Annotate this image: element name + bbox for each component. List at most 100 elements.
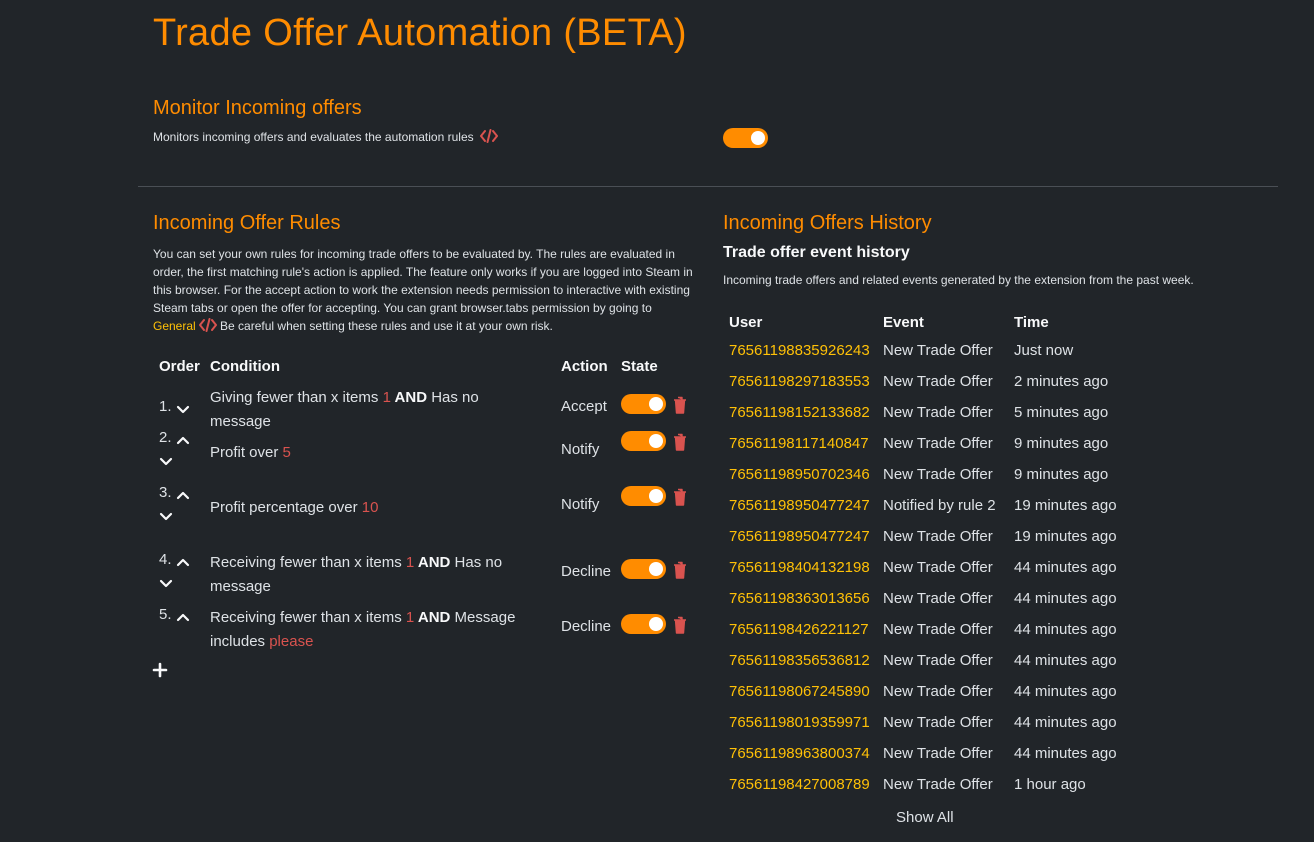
history-user-link[interactable]: 76561198950477247 bbox=[729, 497, 870, 514]
history-table-header: User Event Time bbox=[723, 312, 1143, 340]
history-body: 76561198835926243 New Trade Offer Just now… bbox=[723, 340, 1143, 805]
rule-state-toggle[interactable] bbox=[621, 394, 666, 414]
toggle-knob bbox=[649, 617, 663, 631]
history-user-link[interactable]: 76561198426221127 bbox=[729, 621, 869, 638]
rule-order: 5. bbox=[159, 606, 203, 650]
rule-action: Notify bbox=[561, 441, 600, 458]
add-rule-button[interactable] bbox=[152, 662, 168, 683]
condition-value: 10 bbox=[361, 499, 379, 516]
trash-icon[interactable] bbox=[673, 396, 687, 418]
history-time: 44 minutes ago bbox=[1014, 652, 1117, 669]
history-event: New Trade Offer bbox=[883, 404, 993, 421]
chevron-up-icon[interactable] bbox=[176, 609, 190, 626]
monitor-description-text: Monitors incoming offers and evaluates t… bbox=[153, 130, 474, 144]
history-user-link[interactable]: 76561198067245890 bbox=[729, 683, 870, 700]
col-action: Action bbox=[561, 358, 608, 375]
history-user-link[interactable]: 76561198356536812 bbox=[729, 652, 870, 669]
history-table: User Event Time 76561198835926243 New Tra… bbox=[723, 312, 1143, 805]
history-time: 44 minutes ago bbox=[1014, 745, 1117, 762]
chevron-up-icon[interactable] bbox=[176, 554, 190, 571]
history-event: Notified by rule 2 bbox=[883, 497, 996, 514]
history-user-link[interactable]: 76561198019359971 bbox=[729, 714, 870, 731]
rule-state-toggle[interactable] bbox=[621, 431, 666, 451]
monitor-description: Monitors incoming offers and evaluates t… bbox=[153, 128, 498, 148]
rules-description: You can set your own rules for incoming … bbox=[153, 245, 693, 337]
history-row: 76561198117140847 New Trade Offer 9 minute… bbox=[723, 433, 1143, 464]
rule-condition: Receiving fewer than x items 1 AND Has n… bbox=[210, 551, 540, 599]
chevron-down-icon[interactable] bbox=[159, 454, 173, 471]
history-time: 44 minutes ago bbox=[1014, 714, 1117, 731]
history-user-link[interactable]: 76561198404132198 bbox=[729, 559, 870, 576]
history-event: New Trade Offer bbox=[883, 373, 993, 390]
rule-condition: Profit over 5 bbox=[210, 441, 540, 465]
chevron-up-icon[interactable] bbox=[176, 487, 190, 504]
trash-icon[interactable] bbox=[673, 488, 687, 510]
history-time: 9 minutes ago bbox=[1014, 435, 1109, 452]
history-row: 76561198356536812 New Trade Offer 44 minut… bbox=[723, 650, 1143, 681]
history-time: 9 minutes ago bbox=[1014, 466, 1109, 483]
history-user-link[interactable]: 76561198297183553 bbox=[729, 373, 870, 390]
history-row: 76561198067245890 New Trade Offer 44 minut… bbox=[723, 681, 1143, 712]
rules-description-part2: Be careful when setting these rules and … bbox=[216, 319, 553, 333]
history-event: New Trade Offer bbox=[883, 590, 993, 607]
history-user-link[interactable]: 76561198963800374 bbox=[729, 745, 870, 762]
trash-icon[interactable] bbox=[673, 433, 687, 455]
page-title: Trade Offer Automation (BETA) bbox=[153, 12, 687, 54]
history-user-link[interactable]: 76561198950477247 bbox=[729, 528, 870, 545]
history-row: 76561198950702346 New Trade Offer 9 minute… bbox=[723, 464, 1143, 495]
history-user-link[interactable]: 76561198427008789 bbox=[729, 776, 870, 793]
rule-number: 1. bbox=[159, 398, 172, 415]
condition-and: AND bbox=[414, 554, 451, 571]
rule-order: 1. bbox=[159, 386, 203, 430]
history-row: 76561198404132198 New Trade Offer 44 minut… bbox=[723, 557, 1143, 588]
rule-condition: Giving fewer than x items 1 AND Has no m… bbox=[210, 386, 540, 434]
condition-and: AND bbox=[390, 389, 428, 406]
condition-value: 1 bbox=[382, 389, 391, 406]
rule-order: 4. bbox=[159, 551, 203, 595]
condition-value: 1 bbox=[405, 554, 415, 571]
trash-icon[interactable] bbox=[673, 616, 687, 638]
chevron-down-icon[interactable] bbox=[176, 402, 190, 419]
condition-text: Receiving fewer than x items bbox=[210, 609, 406, 626]
history-event: New Trade Offer bbox=[883, 776, 993, 793]
history-row: 76561198427008789 New Trade Offer 1 hour a… bbox=[723, 774, 1143, 805]
toggle-knob bbox=[649, 434, 663, 448]
condition-value-2: please bbox=[269, 633, 314, 650]
history-time: 1 hour ago bbox=[1014, 776, 1086, 793]
rule-state-toggle[interactable] bbox=[621, 559, 666, 579]
history-user-link[interactable]: 76561198950702346 bbox=[729, 466, 870, 483]
history-subheading: Trade offer event history bbox=[723, 244, 910, 261]
code-icon[interactable] bbox=[198, 318, 217, 337]
show-all-button[interactable]: Show All bbox=[896, 809, 954, 826]
col-condition: Condition bbox=[210, 358, 280, 375]
chevron-up-icon[interactable] bbox=[176, 432, 190, 449]
general-link[interactable]: General bbox=[153, 319, 196, 333]
trash-icon[interactable] bbox=[673, 561, 687, 583]
history-row: 76561198950477247 Notified by rule 2 19 mi… bbox=[723, 495, 1143, 526]
history-row: 76561198152133682 New Trade Offer 5 minute… bbox=[723, 402, 1143, 433]
history-row: 76561198963800374 New Trade Offer 44 minut… bbox=[723, 743, 1143, 774]
monitor-toggle[interactable] bbox=[723, 128, 768, 148]
rule-order: 3. bbox=[159, 484, 203, 528]
rule-state-toggle[interactable] bbox=[621, 614, 666, 634]
divider bbox=[138, 186, 1278, 187]
history-user-link[interactable]: 76561198363013656 bbox=[729, 590, 870, 607]
rule-state-toggle[interactable] bbox=[621, 486, 666, 506]
rule-row: 5. Receiving fewer than x items 1 AND Mes… bbox=[153, 600, 698, 655]
toggle-knob bbox=[751, 131, 765, 145]
history-user-link[interactable]: 76561198835926243 bbox=[729, 342, 870, 359]
condition-text: Profit percentage over bbox=[210, 499, 362, 516]
monitor-heading: Monitor Incoming offers bbox=[153, 97, 362, 119]
history-user-link[interactable]: 76561198117140847 bbox=[729, 435, 869, 452]
condition-text: Receiving fewer than x items bbox=[210, 554, 406, 571]
history-time: 44 minutes ago bbox=[1014, 590, 1117, 607]
history-user-link[interactable]: 76561198152133682 bbox=[729, 404, 870, 421]
code-icon[interactable] bbox=[479, 129, 498, 148]
rule-row: 4. Receiving fewer than x items 1 AND Has… bbox=[153, 545, 698, 600]
chevron-down-icon[interactable] bbox=[159, 509, 173, 526]
history-row: 76561198297183553 New Trade Offer 2 minute… bbox=[723, 371, 1143, 402]
history-event: New Trade Offer bbox=[883, 652, 993, 669]
history-event: New Trade Offer bbox=[883, 342, 993, 359]
rule-order: 2. bbox=[159, 429, 203, 473]
chevron-down-icon[interactable] bbox=[159, 576, 173, 593]
